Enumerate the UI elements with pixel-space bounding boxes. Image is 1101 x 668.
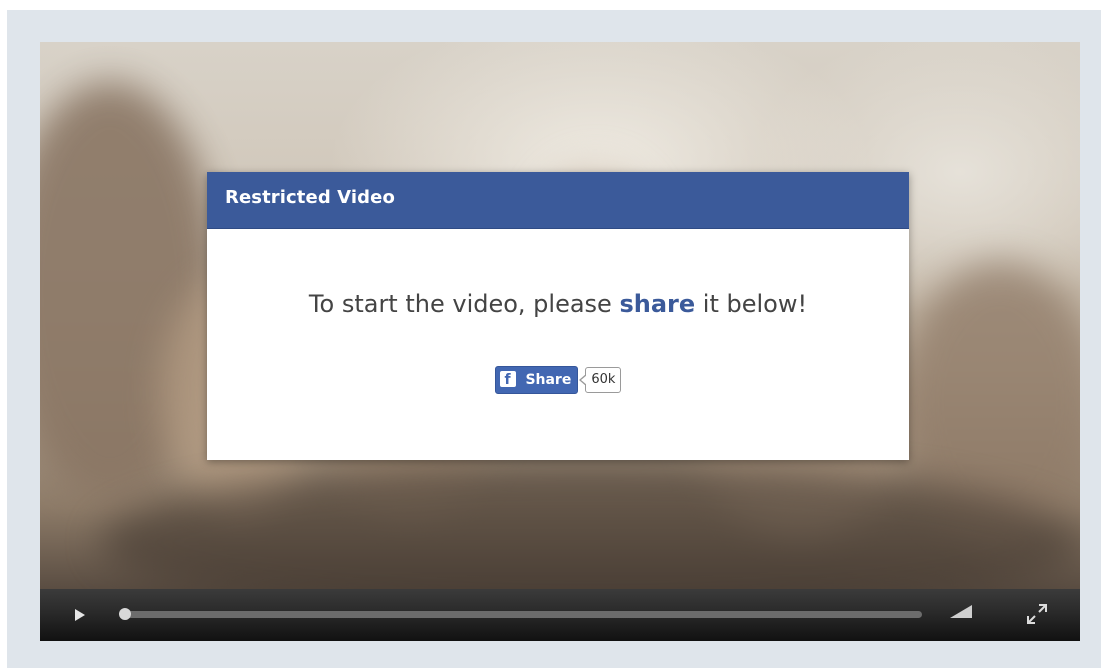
volume-icon[interactable] xyxy=(950,605,972,618)
modal-title: Restricted Video xyxy=(225,187,395,208)
seek-handle[interactable] xyxy=(119,608,131,620)
facebook-icon: f xyxy=(499,370,516,388)
modal-header: Restricted Video xyxy=(207,172,909,229)
share-instruction: To start the video, please share it belo… xyxy=(207,290,909,318)
seek-bar[interactable] xyxy=(119,608,922,620)
message-prefix: To start the video, please xyxy=(308,290,620,318)
video-control-bar xyxy=(40,589,1080,641)
share-button-label: Share xyxy=(525,372,572,388)
message-highlight: share xyxy=(619,290,696,318)
share-count-bubble: 60k xyxy=(579,367,622,393)
message-suffix: it below! xyxy=(695,290,808,318)
play-icon[interactable] xyxy=(75,609,85,621)
top-strip xyxy=(0,0,1101,10)
restricted-video-modal: Restricted Video To start the video, ple… xyxy=(207,172,909,460)
share-controls: f Share 60k xyxy=(207,366,909,394)
facebook-share-button[interactable]: f Share xyxy=(494,366,579,394)
fullscreen-icon[interactable] xyxy=(1026,603,1048,625)
